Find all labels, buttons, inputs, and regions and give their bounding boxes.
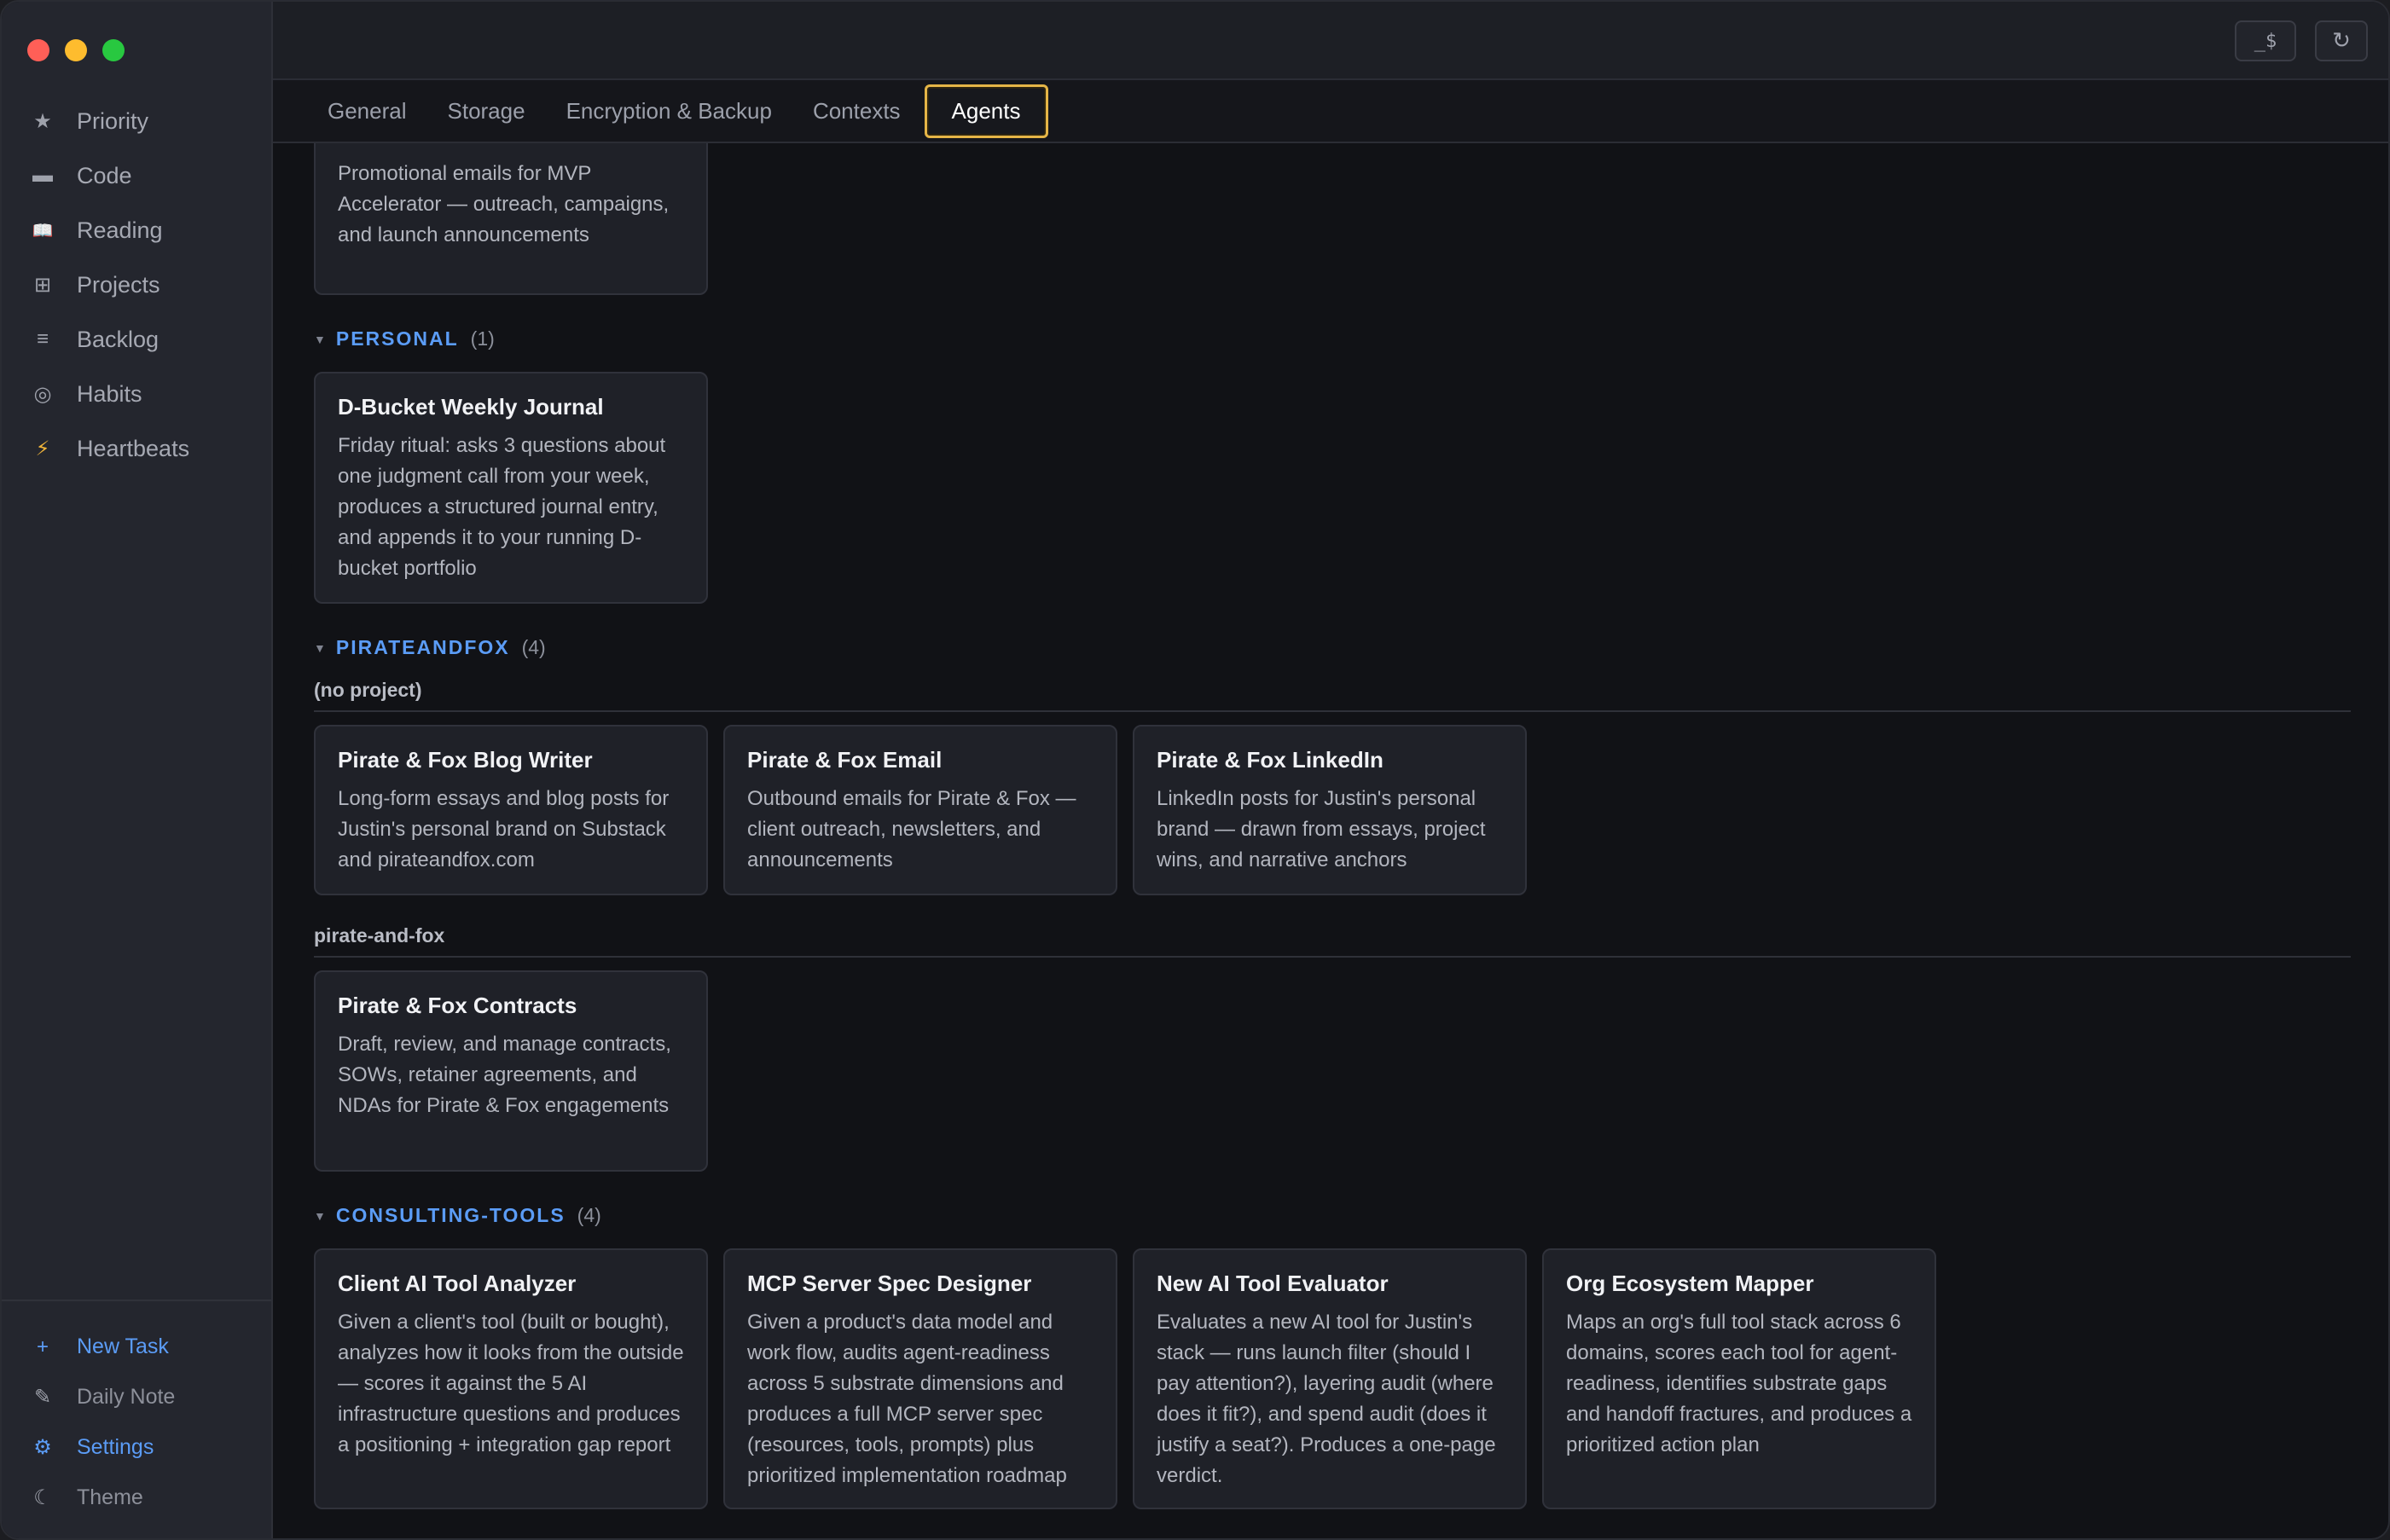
settings-label: Settings [77, 1435, 154, 1459]
agent-card-description: Friday ritual: asks 3 questions about on… [338, 434, 666, 580]
top-bar: _$ ↻ [273, 2, 2388, 80]
code-icon: ▬ [32, 164, 53, 187]
tab-contexts[interactable]: Contexts [796, 84, 918, 138]
gear-icon: ⚙ [33, 1436, 52, 1459]
sidebar-item-backlog[interactable]: ≡ Backlog [2, 312, 271, 367]
theme-button[interactable]: ☾ Theme [2, 1473, 271, 1523]
settings-button[interactable]: ⚙ Settings [2, 1422, 271, 1473]
terminal-button[interactable]: _$ [2235, 20, 2296, 61]
sidebar-item-heartbeats[interactable]: ⚡ Heartbeats [2, 421, 271, 476]
section-header-consulting-tools[interactable]: ▼ CONSULTING-TOOLS (4) [314, 1204, 601, 1227]
agent-card-title: New AI Tool Evaluator [1157, 1271, 1389, 1296]
sidebar-item-label: Reading [77, 217, 163, 243]
agent-card[interactable]: Org Ecosystem Mapper Maps an org's full … [1542, 1248, 1936, 1509]
section-name: PIRATEANDFOX [335, 636, 510, 658]
sidebar-item-reading[interactable]: 📖 Reading [2, 203, 271, 258]
project-group-label: pirate-and-fox [314, 924, 2351, 958]
settings-tabs: General Storage Encryption & Backup Cont… [273, 80, 2388, 143]
section-count: (1) [470, 327, 495, 350]
sidebar-item-projects[interactable]: ⊞ Projects [2, 258, 271, 312]
grid-icon: ⊞ [33, 273, 52, 297]
agent-card-title: Pirate & Fox Contracts [338, 993, 577, 1018]
sidebar-item-label: Habits [77, 380, 142, 407]
agent-card[interactable]: Client AI Tool Analyzer Given a client's… [314, 1248, 708, 1509]
tab-agents[interactable]: Agents [924, 84, 1048, 138]
agent-card-description: LinkedIn posts for Justin's personal bra… [1157, 787, 1486, 871]
section-count: (4) [521, 636, 546, 658]
sidebar-item-code[interactable]: ▬ Code [2, 148, 271, 203]
agent-card[interactable]: MCP Server Spec Designer Given a product… [723, 1248, 1117, 1509]
section-name: CONSULTING-TOOLS [335, 1204, 566, 1226]
refresh-icon[interactable]: ↻ [2315, 20, 2368, 61]
chevron-down-icon: ▼ [314, 1208, 326, 1223]
agent-card-title: MCP Server Spec Designer [747, 1271, 1032, 1296]
agent-card-title: Pirate & Fox Email [747, 747, 943, 773]
tab-encryption-backup[interactable]: Encryption & Backup [549, 84, 789, 138]
sidebar-item-label: Projects [77, 271, 160, 298]
lightning-icon: ⚡ [35, 437, 50, 460]
sidebar-item-habits[interactable]: ◎ Habits [2, 367, 271, 421]
project-group-label: (no project) [314, 679, 2351, 712]
pencil-icon: ✎ [33, 1386, 52, 1409]
agent-card-title: Org Ecosystem Mapper [1566, 1271, 1814, 1296]
section-header-personal[interactable]: ▼ PERSONAL (1) [314, 327, 495, 350]
daily-note-button[interactable]: ✎ Daily Note [2, 1372, 271, 1422]
new-task-button[interactable]: + New Task [2, 1322, 271, 1372]
minimize-window-button[interactable] [65, 39, 87, 61]
agent-card[interactable]: Promotional emails for MVP Accelerator —… [314, 143, 708, 295]
new-task-label: New Task [77, 1334, 169, 1358]
agent-card-title: Pirate & Fox LinkedIn [1157, 747, 1384, 773]
section-name: PERSONAL [335, 327, 459, 350]
agent-card-description: Promotional emails for MVP Accelerator —… [338, 162, 670, 246]
list-icon: ≡ [36, 327, 49, 350]
agent-card-description: Outbound emails for Pirate & Fox — clien… [747, 787, 1076, 871]
moon-icon: ☾ [33, 1486, 52, 1509]
target-icon: ◎ [33, 382, 52, 406]
agent-card[interactable]: Pirate & Fox Blog Writer Long-form essay… [314, 725, 708, 895]
agent-card-description: Long-form essays and blog posts for Just… [338, 787, 670, 871]
sidebar-item-label: Backlog [77, 326, 160, 352]
window-controls [27, 39, 125, 61]
agent-card-title: Pirate & Fox Blog Writer [338, 747, 593, 773]
chevron-down-icon: ▼ [314, 332, 326, 346]
section-header-pirateandfox[interactable]: ▼ PIRATEANDFOX (4) [314, 636, 546, 659]
agent-card-description: Evaluates a new AI tool for Justin's sta… [1157, 1311, 1496, 1487]
chevron-down-icon: ▼ [314, 640, 326, 655]
tab-general[interactable]: General [310, 84, 424, 138]
book-icon: 📖 [32, 221, 54, 240]
app-window: ★ Priority ▬ Code 📖 Reading ⊞ Projects ≡… [0, 0, 2390, 1540]
sidebar: ★ Priority ▬ Code 📖 Reading ⊞ Projects ≡… [2, 2, 273, 1538]
agent-card-description: Maps an org's full tool stack across 6 d… [1566, 1311, 1912, 1456]
sidebar-nav: ★ Priority ▬ Code 📖 Reading ⊞ Projects ≡… [2, 94, 271, 476]
sidebar-item-priority[interactable]: ★ Priority [2, 94, 271, 148]
agents-panel: Promotional emails for MVP Accelerator —… [273, 143, 2388, 1538]
sidebar-footer: + New Task ✎ Daily Note ⚙ Settings ☾ The… [2, 1300, 271, 1538]
star-icon: ★ [33, 109, 52, 133]
agent-card-title: D-Bucket Weekly Journal [338, 394, 604, 420]
close-window-button[interactable] [27, 39, 49, 61]
maximize-window-button[interactable] [102, 39, 125, 61]
plus-icon: + [36, 1334, 49, 1358]
agent-card-description: Given a client's tool (built or bought),… [338, 1311, 684, 1456]
daily-note-label: Daily Note [77, 1385, 176, 1409]
agent-card-title: Client AI Tool Analyzer [338, 1271, 577, 1296]
agent-card[interactable]: Pirate & Fox Contracts Draft, review, an… [314, 970, 708, 1172]
agent-card[interactable]: D-Bucket Weekly Journal Friday ritual: a… [314, 372, 708, 604]
sidebar-item-label: Priority [77, 107, 149, 134]
agent-card-description: Draft, review, and manage contracts, SOW… [338, 1033, 671, 1117]
theme-label: Theme [77, 1485, 143, 1509]
agent-card-description: Given a product's data model and work fl… [747, 1311, 1067, 1487]
sidebar-item-label: Code [77, 162, 132, 188]
sidebar-item-label: Heartbeats [77, 435, 190, 461]
agent-card[interactable]: Pirate & Fox Email Outbound emails for P… [723, 725, 1117, 895]
section-count: (4) [577, 1204, 601, 1226]
agent-card[interactable]: Pirate & Fox LinkedIn LinkedIn posts for… [1133, 725, 1527, 895]
tab-storage[interactable]: Storage [431, 84, 542, 138]
agent-card[interactable]: New AI Tool Evaluator Evaluates a new AI… [1133, 1248, 1527, 1509]
